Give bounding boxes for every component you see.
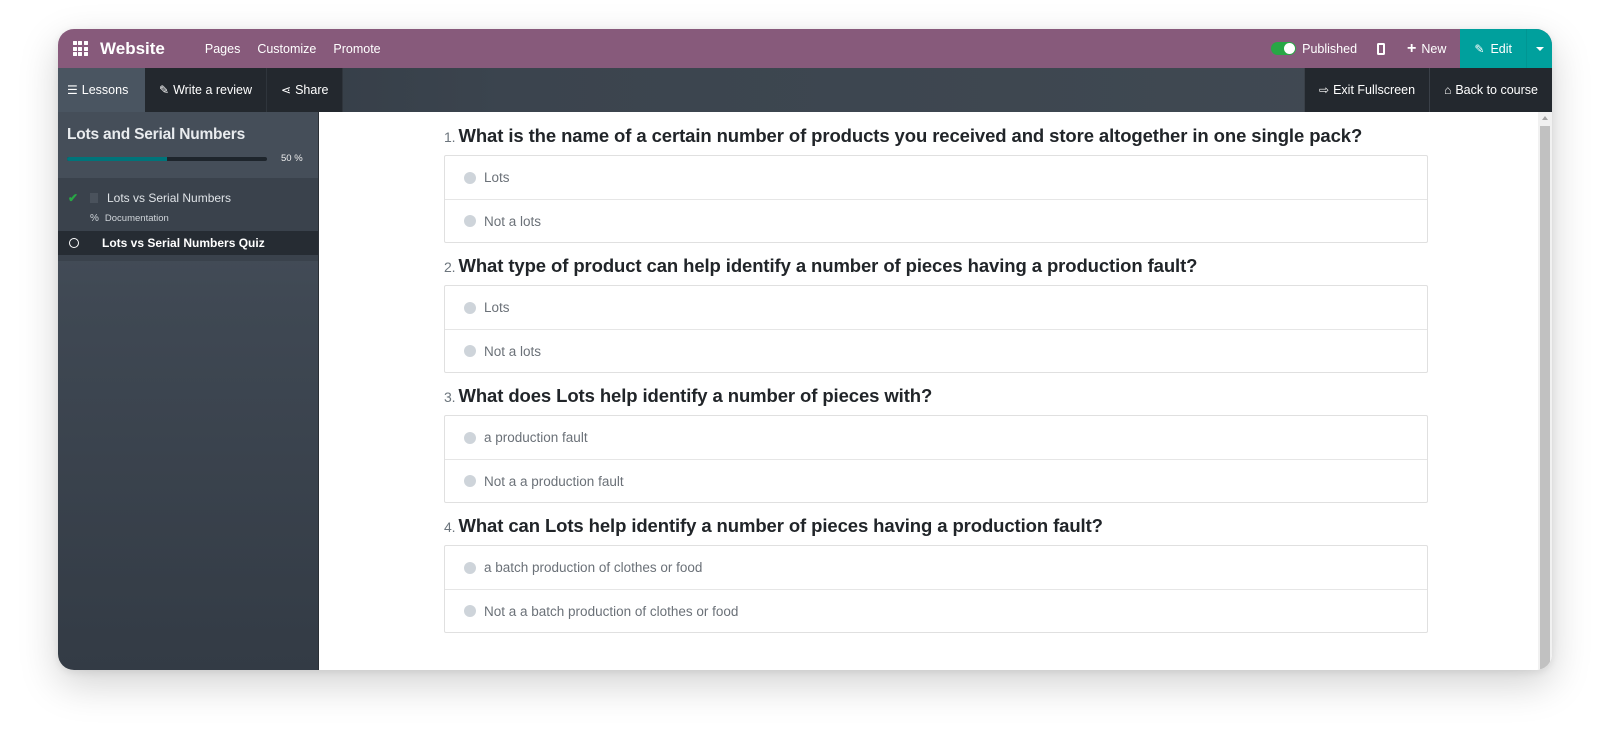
scroll-up-arrow-icon[interactable] [1542, 116, 1548, 120]
pencil-icon: ✎ [159, 83, 170, 97]
answer-option[interactable]: a production fault [445, 416, 1427, 459]
answer-option[interactable]: Lots [445, 286, 1427, 329]
write-review-label: Write a review [173, 83, 253, 97]
share-icon: ⋖ [281, 83, 292, 97]
course-navbar: ☰ Lessons ✎ Write a review ⋖ Share ⇨ Exi… [58, 68, 1552, 112]
question-text: What does Lots help identify a number of… [458, 385, 933, 406]
edit-button[interactable]: ✎ Edit [1460, 29, 1526, 68]
course-progress-fill [67, 156, 167, 161]
lesson-list: ✔ Lots vs Serial Numbers % Documentation… [58, 178, 318, 261]
answer-option[interactable]: Not a a production fault [445, 459, 1427, 502]
answer-text: Lots [484, 300, 510, 315]
radio-icon[interactable] [464, 475, 476, 487]
answer-text: Not a lots [484, 213, 542, 229]
write-review-button[interactable]: ✎ Write a review [145, 68, 268, 112]
exit-fullscreen-label: Exit Fullscreen [1333, 83, 1416, 97]
document-icon [90, 193, 98, 203]
answer-option[interactable]: Not a a batch production of clothes or f… [445, 589, 1427, 632]
share-button[interactable]: ⋖ Share [267, 68, 344, 112]
lessons-sidebar: Lots and Serial Numbers 50 % ✔ Lots vs S… [58, 112, 318, 670]
pencil-icon: ✎ [1474, 41, 1485, 56]
question-text: What type of product can help identify a… [458, 255, 1198, 276]
answer-option[interactable]: Lots [445, 156, 1427, 199]
radio-icon[interactable] [464, 561, 476, 574]
bars-icon: ☰ [67, 83, 78, 97]
question-number: 4. [444, 519, 456, 535]
published-toggle[interactable] [1271, 42, 1297, 55]
answer-text: a batch production of clothes or food [484, 560, 703, 575]
lesson-item-active[interactable]: Lots vs Serial Numbers Quiz [58, 231, 318, 255]
menu-customize[interactable]: Customize [257, 42, 316, 56]
answer-list: a production fault Not a a production fa… [444, 415, 1428, 503]
browser-window: Website Pages Customize Promote Publishe… [58, 29, 1552, 670]
app-title[interactable]: Website [100, 39, 165, 59]
answer-option[interactable]: a batch production of clothes or food [445, 546, 1427, 589]
lessons-tab[interactable]: ☰ Lessons [58, 68, 145, 112]
radio-icon[interactable] [464, 171, 476, 184]
resource-label: Documentation [104, 212, 169, 224]
answer-option[interactable]: Not a lots [445, 199, 1427, 242]
answer-text: Not a a production fault [484, 473, 624, 489]
back-to-course-button[interactable]: ⌂ Back to course [1429, 68, 1552, 112]
website-top-bar: Website Pages Customize Promote Publishe… [58, 29, 1552, 68]
course-progress-label: 50 % [281, 153, 303, 164]
question-number: 2. [444, 259, 456, 275]
edit-button-label: Edit [1490, 41, 1512, 56]
check-icon: ✔ [68, 191, 79, 205]
link-icon: % [90, 212, 99, 224]
lesson-title: Lots vs Serial Numbers Quiz [102, 236, 265, 250]
quiz-question: 1. What is the name of a certain number o… [444, 125, 1428, 243]
menu-pages[interactable]: Pages [205, 42, 240, 56]
back-to-course-label: Back to course [1455, 83, 1538, 97]
sign-out-icon: ⇨ [1319, 83, 1330, 97]
circle-icon [69, 238, 79, 248]
share-label: Share [295, 83, 329, 97]
question-number: 1. [444, 129, 456, 145]
radio-icon[interactable] [464, 345, 476, 357]
answer-option[interactable]: Not a lots [445, 329, 1427, 372]
answer-list: a batch production of clothes or food No… [444, 545, 1428, 633]
course-progress-bar [67, 156, 267, 161]
scrollbar-thumb[interactable] [1540, 126, 1550, 670]
menu-promote[interactable]: Promote [333, 42, 380, 56]
radio-icon[interactable] [464, 215, 476, 227]
course-title: Lots and Serial Numbers [67, 126, 246, 143]
answer-text: Lots [484, 170, 510, 185]
published-label[interactable]: Published [1302, 42, 1357, 56]
plus-icon: + [1407, 39, 1417, 57]
question-text: What is the name of a certain number of … [458, 125, 1363, 146]
answer-text: a production fault [484, 430, 588, 445]
radio-icon[interactable] [464, 605, 476, 617]
lessons-tab-label: Lessons [81, 83, 129, 97]
question-number: 3. [444, 389, 456, 405]
answer-list: Lots Not a lots [444, 285, 1428, 373]
home-icon: ⌂ [1444, 83, 1452, 97]
exit-fullscreen-button[interactable]: ⇨ Exit Fullscreen [1304, 68, 1430, 112]
radio-icon[interactable] [464, 431, 476, 444]
quiz-content: 1. What is the name of a certain number o… [318, 112, 1552, 670]
radio-icon[interactable] [464, 301, 476, 314]
mobile-preview-icon[interactable] [1377, 42, 1386, 55]
answer-list: Lots Not a lots [444, 155, 1428, 243]
apps-grid-icon[interactable] [60, 29, 100, 68]
answer-text: Not a lots [484, 343, 542, 359]
quiz-question: 3. What does Lots help identify a number … [444, 385, 1428, 503]
lesson-item[interactable]: ✔ Lots vs Serial Numbers [58, 186, 318, 210]
quiz-questions: 1. What is the name of a certain number o… [444, 112, 1428, 633]
answer-text: Not a a batch production of clothes or f… [484, 603, 739, 619]
content-scrollbar[interactable] [1538, 112, 1552, 670]
new-button[interactable]: + New [1407, 39, 1447, 57]
quiz-question: 2. What type of product can help identify… [444, 255, 1428, 373]
new-button-label: New [1421, 41, 1447, 56]
lesson-title: Lots vs Serial Numbers [107, 191, 232, 205]
course-header: Lots and Serial Numbers 50 % [58, 112, 318, 178]
quiz-question: 4. What can Lots help identify a number o… [444, 515, 1428, 633]
question-text: What can Lots help identify a number of … [458, 515, 1103, 536]
edit-dropdown-toggle[interactable] [1526, 29, 1552, 68]
lesson-resource-link[interactable]: % Documentation [58, 210, 318, 226]
